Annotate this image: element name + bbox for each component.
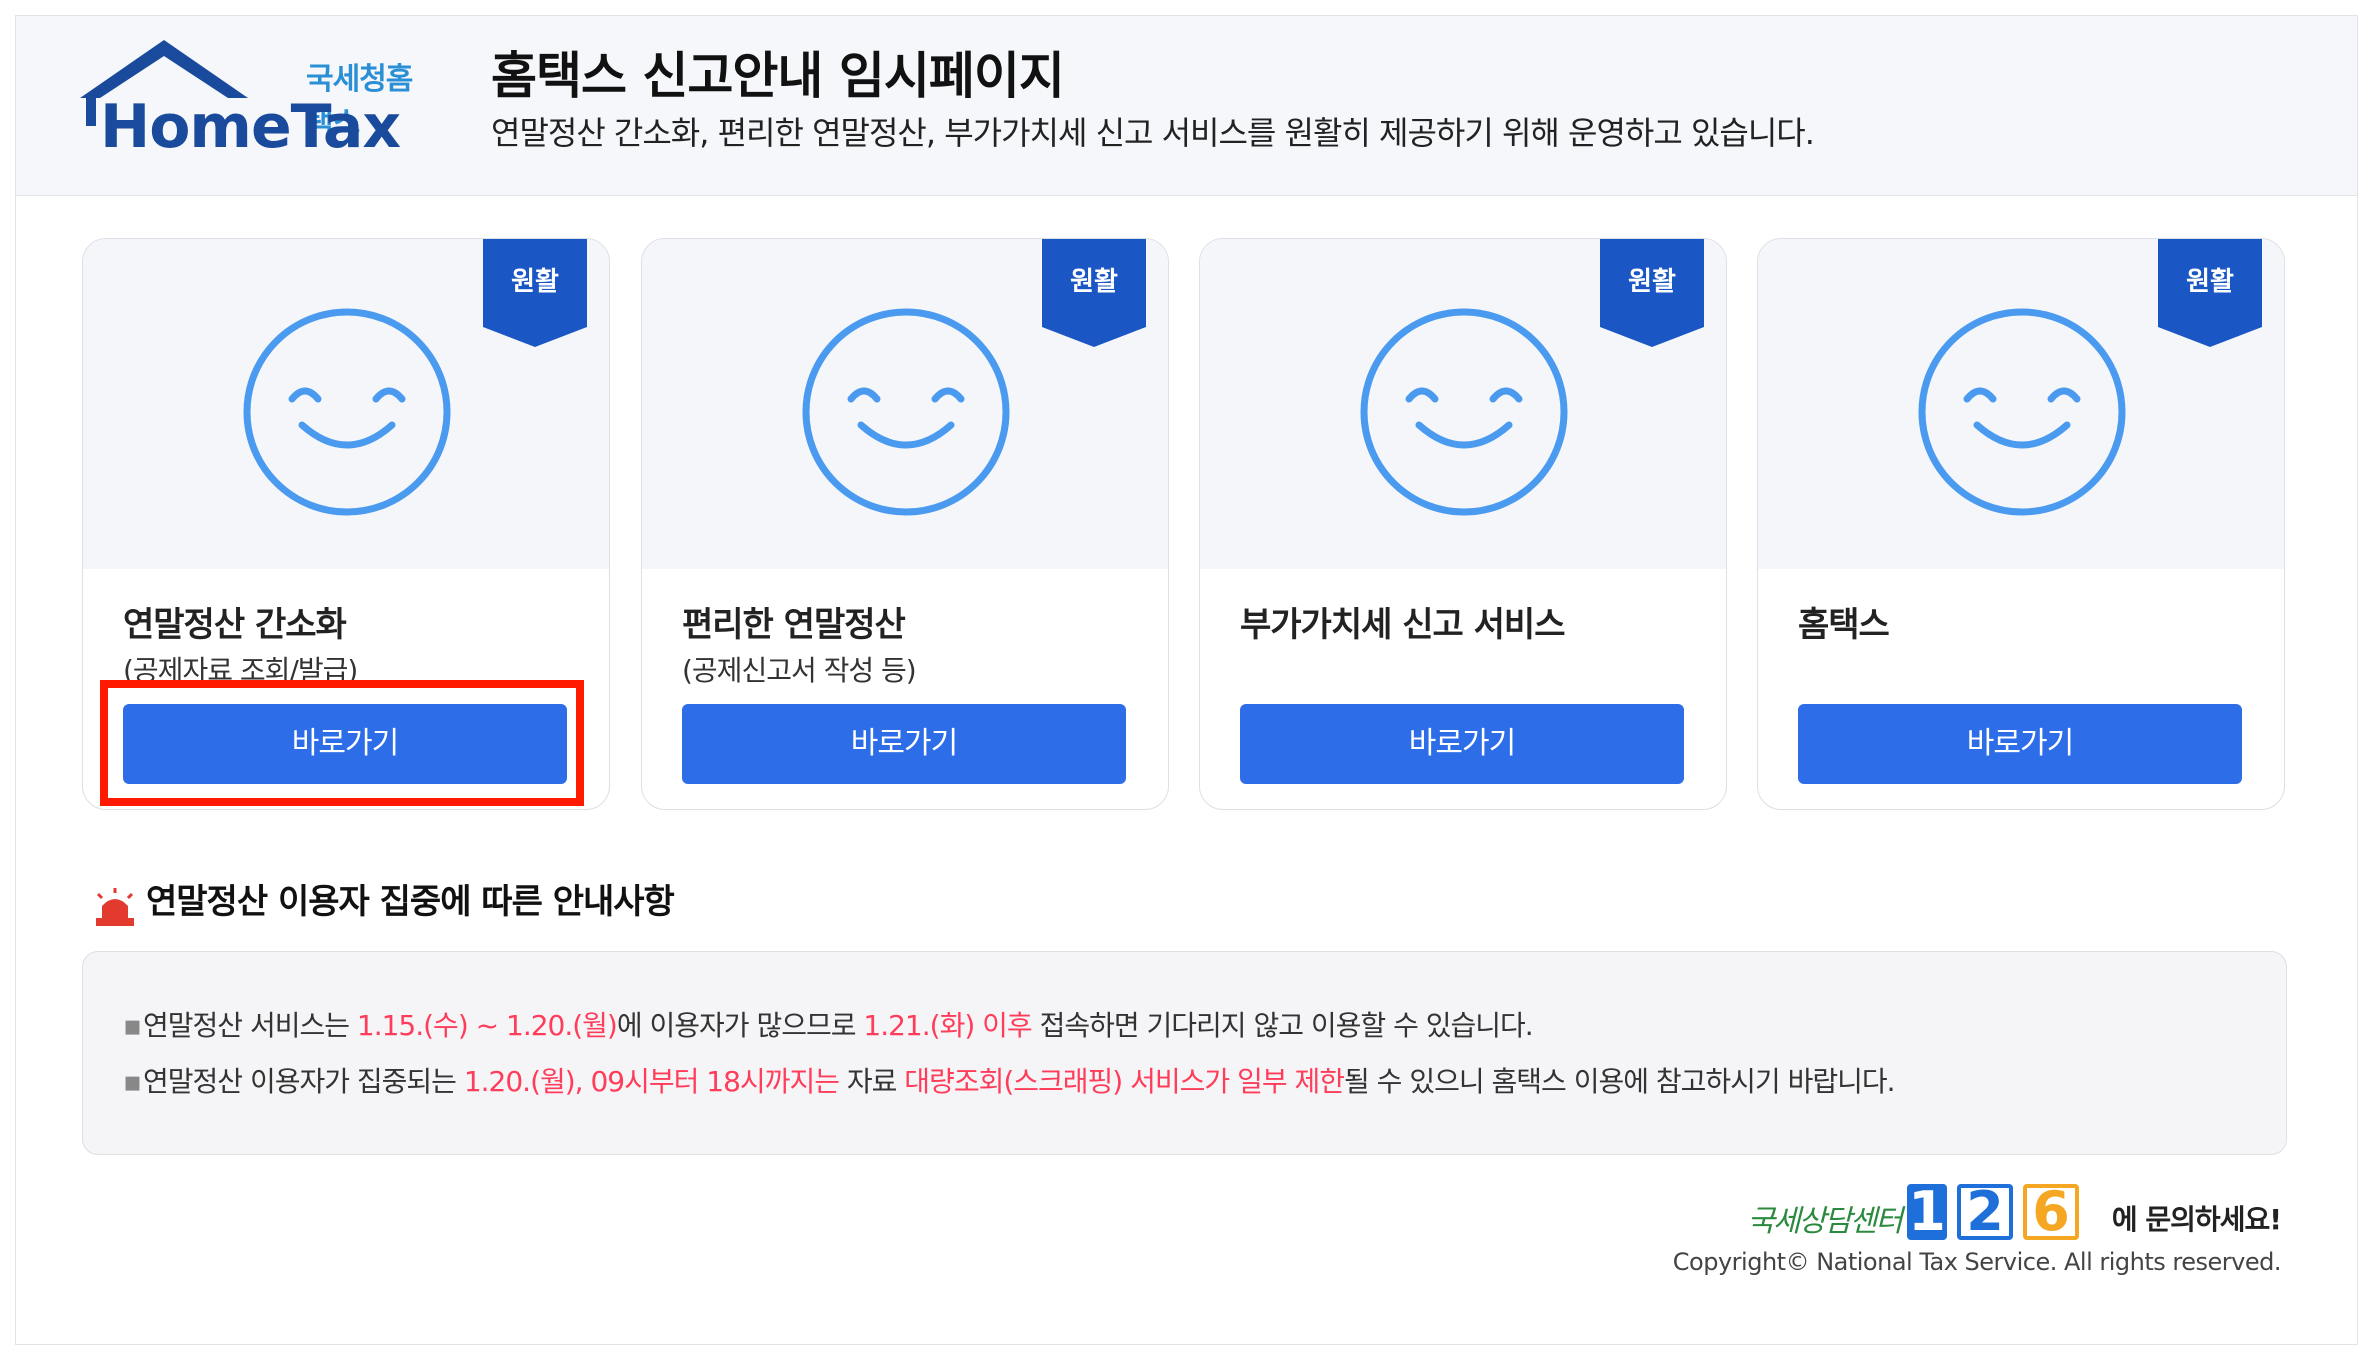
hometax-logo[interactable]: 국세청홈택스 HomeTax [78, 36, 438, 176]
status-badge-label: 원활 [2186, 267, 2234, 297]
status-badge: 원활 [483, 239, 587, 347]
page-subtitle: 연말정산 간소화, 편리한 연말정산, 부가가치세 신고 서비스를 원활히 제공… [491, 114, 1815, 152]
status-badge: 원활 [1600, 239, 1704, 347]
service-card-vat-report: 원활 부가가치세 신고 서비스 바로가기 [1199, 238, 1727, 810]
status-badge: 원활 [1042, 239, 1146, 347]
status-badge-label: 원활 [1628, 267, 1676, 297]
call-digit: 6 [2023, 1184, 2079, 1240]
service-card-convenient-yearend: 원활 편리한 연말정산 (공제신고서 작성 등) 바로가기 [641, 238, 1169, 810]
card-title: 편리한 연말정산 [682, 605, 906, 645]
copyright: Copyright© National Tax Service. All rig… [1672, 1248, 2282, 1276]
page-title: 홈택스 신고안내 임시페이지 [491, 47, 1065, 105]
card-title: 홈택스 [1798, 605, 1890, 645]
smile-icon [802, 308, 1010, 516]
logo-english-text: HomeTax [100, 92, 401, 162]
status-badge-label: 원활 [1070, 267, 1118, 297]
bullet-icon: ▪ [123, 1009, 142, 1042]
notice-line-2: ▪연말정산 이용자가 집중되는 1.20.(월), 09시부터 18시까지는 자… [123, 1060, 1896, 1100]
annotation-highlight-box [100, 680, 584, 806]
notice-text: 될 수 있으니 홈택스 이용에 참고하시기 바랍니다. [1344, 1065, 1896, 1098]
call-number-126: 1 2 6 [1907, 1184, 2081, 1240]
notice-text: 접속하면 기다리지 않고 이용할 수 있습니다. [1031, 1009, 1534, 1042]
bullet-icon: ▪ [123, 1065, 142, 1098]
call-center-banner: 국세상담센터 1 2 6 에 문의하세요! [1747, 1184, 2282, 1244]
call-center-label: 국세상담센터 [1747, 1204, 1903, 1239]
go-button-vat-report[interactable]: 바로가기 [1240, 704, 1684, 784]
card-title: 연말정산 간소화 [123, 605, 347, 645]
siren-icon [96, 888, 134, 926]
notice-box: ▪연말정산 서비스는 1.15.(수) ~ 1.20.(월)에 이용자가 많으므… [82, 951, 2287, 1155]
notice-line-1: ▪연말정산 서비스는 1.15.(수) ~ 1.20.(월)에 이용자가 많으므… [123, 1004, 1534, 1044]
notice-highlight: 1.21.(화) 이후 [863, 1009, 1032, 1042]
service-card-hometax: 원활 홈택스 바로가기 [1757, 238, 2285, 810]
call-center-text: 에 문의하세요! [2111, 1203, 2282, 1236]
call-digit: 2 [1957, 1184, 2013, 1240]
status-badge: 원활 [2158, 239, 2262, 347]
card-subtitle: (공제신고서 작성 등) [682, 654, 917, 687]
go-button-convenient-yearend[interactable]: 바로가기 [682, 704, 1126, 784]
notice-highlight: 1.20.(월), 09시부터 18시까지는 [463, 1065, 840, 1098]
notice-title: 연말정산 이용자 집중에 따른 안내사항 [146, 882, 675, 922]
notice-text: 에 이용자가 많으므로 [616, 1009, 864, 1042]
smile-icon [1918, 308, 2126, 516]
card-title: 부가가치세 신고 서비스 [1240, 605, 1565, 645]
notice-text: 연말정산 이용자가 집중되는 [143, 1065, 464, 1098]
notice-text: 자료 [838, 1065, 905, 1098]
notice-highlight: 1.15.(수) ~ 1.20.(월) [356, 1009, 618, 1042]
go-button-hometax[interactable]: 바로가기 [1798, 704, 2242, 784]
smile-icon [1360, 308, 1568, 516]
call-digit: 1 [1907, 1180, 1947, 1243]
smile-icon [243, 308, 451, 516]
page-header: 국세청홈택스 HomeTax 홈택스 신고안내 임시페이지 연말정산 간소화, … [16, 16, 2357, 196]
status-badge-label: 원활 [511, 267, 559, 297]
notice-highlight: 대량조회(스크래핑) 서비스가 일부 제한 [904, 1065, 1345, 1098]
notice-text: 연말정산 서비스는 [143, 1009, 357, 1042]
